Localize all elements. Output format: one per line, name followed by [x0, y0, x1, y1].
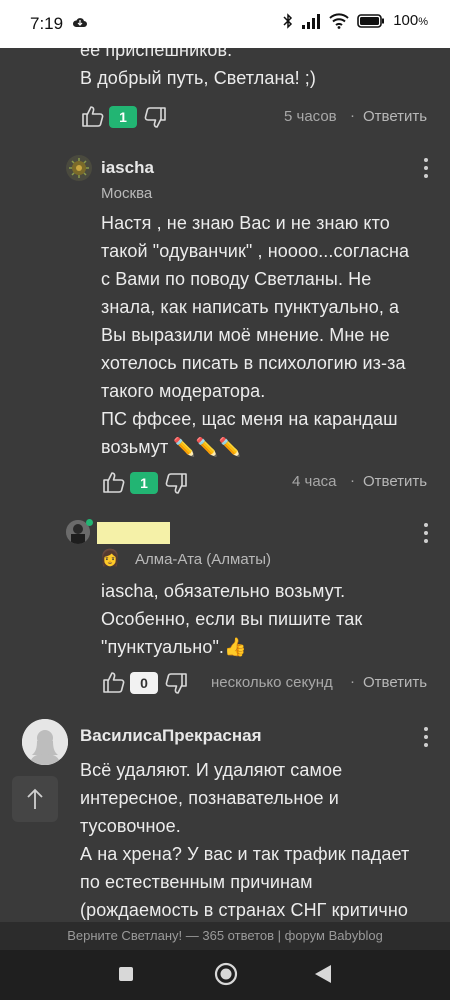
cloud-icon: [72, 18, 87, 27]
meta-separator: ·: [350, 673, 355, 690]
comment-text-line: такой "одуванчик" , ноооо...согласна: [101, 241, 410, 261]
more-options-icon[interactable]: [423, 727, 429, 749]
home-button[interactable]: [214, 962, 238, 991]
comment-text-line: знала, как написать пунктуально, а: [101, 297, 400, 317]
status-time: 7:19: [30, 14, 64, 33]
meta-separator: ·: [350, 107, 355, 124]
more-options-icon[interactable]: [423, 523, 429, 545]
comment-text-line: Всё удаляют. И удаляют самое: [80, 760, 343, 780]
triangle-back-icon: [315, 965, 331, 983]
comment-text-line: Особенно, если вы пишите так: [101, 609, 363, 629]
bluetooth-icon: [283, 12, 293, 29]
meta-separator: ·: [350, 472, 355, 489]
reply-link[interactable]: Ответить: [363, 674, 427, 691]
reply-link[interactable]: Ответить: [363, 473, 427, 490]
comment-text-line: с Вами по поводу Светланы. Не: [101, 269, 372, 289]
scroll-to-top-button[interactable]: [12, 776, 58, 822]
comment-text-line: (рождаемость в странах СНГ критично: [80, 900, 408, 920]
comment-text-line: тусовочное.: [80, 816, 181, 836]
vote-count: 0: [130, 672, 158, 694]
comment-text-line: по естественным причинам: [80, 872, 313, 892]
comment-text-line: такого модератора.: [101, 381, 266, 401]
avatar[interactable]: [22, 719, 68, 765]
dislike-icon[interactable]: [163, 471, 189, 497]
comment-text-line: А на хрена? У вас и так трафик падает: [80, 844, 410, 864]
comment-author[interactable]: iascha: [101, 158, 154, 178]
comment-text-line: Настя , не знаю Вас и не знаю кто: [101, 213, 390, 233]
comment-author[interactable]: ВасилисаПрекрасная: [80, 726, 262, 746]
recent-apps-button[interactable]: [118, 966, 134, 987]
more-options-icon[interactable]: [423, 158, 429, 180]
battery-percent: 100%: [393, 12, 428, 29]
comment-text-line: хотелось писать в психологию из-за: [101, 353, 406, 373]
battery-icon: [357, 13, 385, 28]
like-icon[interactable]: [101, 469, 127, 495]
comment-text-line: ПС ффсее, щас меня на карандаш: [101, 409, 398, 429]
dislike-icon[interactable]: [142, 105, 168, 131]
comment-time: 5 часов: [284, 108, 337, 125]
comment-text-line: возьмут ✏️✏️✏️: [101, 437, 241, 457]
comment-text-line: интересное, познавательное и: [80, 788, 339, 808]
comment-time: несколько секунд: [211, 674, 333, 691]
arrow-up-icon: [27, 788, 43, 809]
comments-feed[interactable]: её приспешников. В добрый путь, Светлана…: [0, 48, 450, 922]
page-title: Верните Светлану! — 365 ответов | форум …: [67, 928, 383, 943]
comment-text-line: В добрый путь, Светлана! ;): [80, 68, 316, 88]
reply-link[interactable]: Ответить: [363, 108, 427, 125]
circle-icon: [214, 962, 238, 986]
woman-emoji-icon: 👩: [100, 550, 120, 567]
avatar[interactable]: [66, 155, 92, 181]
like-icon[interactable]: [80, 103, 106, 129]
square-icon: [119, 967, 133, 981]
page-title-bar: Верните Светлану! — 365 ответов | форум …: [0, 922, 450, 950]
comment-text-line: "пунктуально".👍: [101, 637, 247, 657]
status-bar: 7:19 100%: [0, 0, 450, 48]
comment-text-line: Вы выразили моё мнение. Мне не: [101, 325, 390, 345]
like-icon[interactable]: [101, 669, 127, 695]
system-navigation-bar: [0, 950, 450, 1000]
online-indicator: [86, 519, 93, 526]
dislike-icon[interactable]: [163, 671, 189, 697]
comment-location: Алма-Ата (Алматы): [135, 551, 272, 568]
comment-time: 4 часа: [292, 473, 337, 490]
signal-icon: [302, 13, 321, 29]
vote-count: 1: [130, 472, 158, 494]
comment-location: Москва: [101, 185, 153, 202]
wifi-icon: [329, 12, 349, 29]
comment-author[interactable]: scharyn: [97, 522, 171, 544]
comment-text-line: iascha, обязательно возьмут.: [101, 581, 346, 601]
back-button[interactable]: [314, 964, 332, 989]
comment-text-line: её приспешников.: [80, 48, 233, 60]
vote-count: 1: [109, 106, 137, 128]
